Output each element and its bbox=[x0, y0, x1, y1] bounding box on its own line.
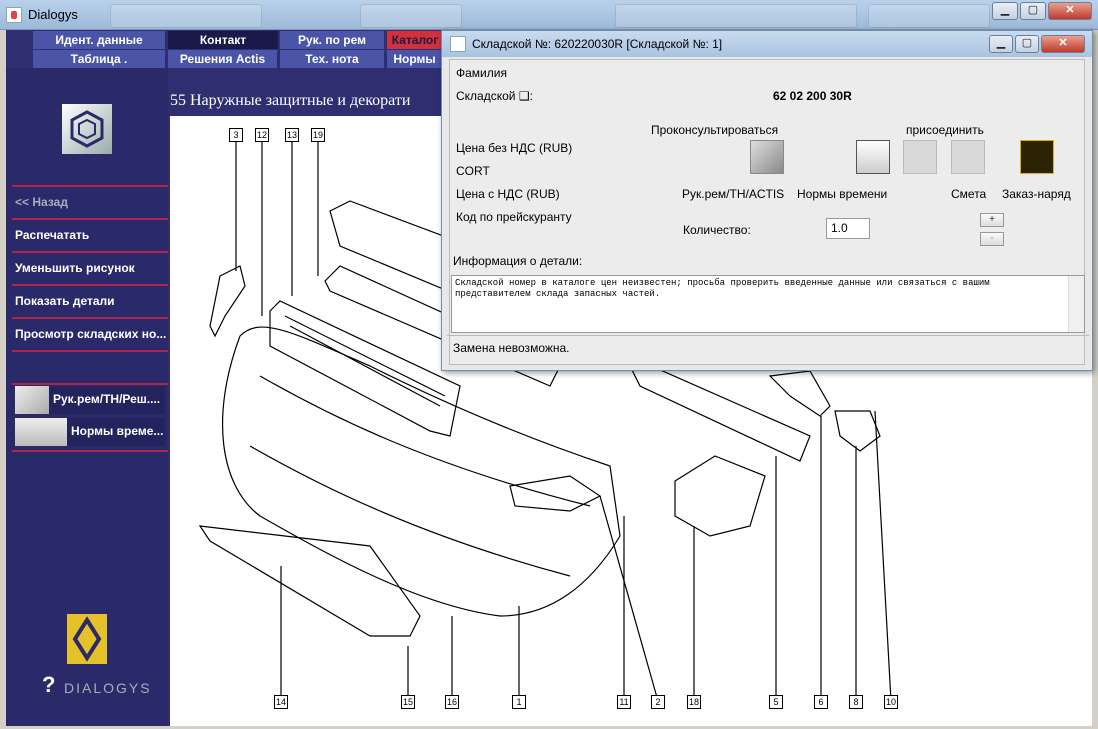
wrench-icon[interactable] bbox=[750, 140, 784, 174]
dialog-title: Складской №: 620220030R [Складской №: 1] bbox=[472, 37, 723, 51]
minimize-button[interactable]: ▁ bbox=[992, 2, 1018, 20]
maximize-button[interactable]: ▢ bbox=[1020, 2, 1046, 20]
sidebar-divider bbox=[12, 185, 168, 187]
sidebar-divider bbox=[12, 383, 168, 385]
callout-label[interactable]: 8 bbox=[849, 695, 863, 709]
time-norms-label: Нормы времени bbox=[797, 187, 888, 201]
price-list-code-label: Код по прейскуранту bbox=[456, 210, 572, 224]
java-app-icon bbox=[450, 36, 466, 52]
dialog-minimize-button[interactable]: ▁ bbox=[989, 35, 1013, 53]
quantity-input[interactable]: 1.0 bbox=[826, 218, 870, 239]
callout-label[interactable]: 16 bbox=[445, 695, 459, 709]
stock-number-label: Складской ❑: bbox=[456, 89, 533, 103]
sidebar-item-print[interactable]: Распечатать bbox=[15, 228, 89, 242]
callout-label[interactable]: 19 bbox=[311, 128, 325, 142]
renault-logo bbox=[67, 614, 107, 664]
sidebar-divider bbox=[12, 284, 168, 286]
help-icon[interactable]: ? bbox=[42, 672, 55, 698]
main-window-title: Dialogys bbox=[28, 7, 78, 22]
disabled-parts-icon bbox=[903, 140, 937, 174]
callout-label[interactable]: 12 bbox=[255, 128, 269, 142]
sidebar-item-view-stock-numbers[interactable]: Просмотр складских но... bbox=[15, 327, 166, 341]
quantity-label: Количество: bbox=[683, 223, 751, 237]
surname-label: Фамилия bbox=[456, 66, 507, 80]
sidebar-item-shrink-image[interactable]: Уменьшить рисунок bbox=[15, 261, 135, 275]
callout-label[interactable]: 11 bbox=[617, 695, 631, 709]
gauge-icon[interactable] bbox=[856, 140, 890, 174]
sidebar-time-norms-button[interactable]: Нормы време... bbox=[15, 418, 165, 446]
callout-label[interactable]: 14 bbox=[274, 695, 288, 709]
stock-number-value: 62 02 200 30R bbox=[773, 89, 852, 103]
tab-repair-manual[interactable]: Рук. по рем bbox=[280, 31, 385, 49]
dialogys-logo-text: DIALOGYS bbox=[64, 680, 152, 696]
sidebar-divider bbox=[12, 317, 168, 319]
sidebar-time-norms-label: Нормы време... bbox=[71, 424, 164, 438]
price-with-vat-label: Цена с НДС (RUB) bbox=[456, 187, 560, 201]
price-without-vat-label: Цена без НДС (RUB) bbox=[456, 141, 573, 155]
estimate-label: Смета bbox=[951, 187, 987, 201]
tab-norms[interactable]: Нормы bbox=[387, 50, 443, 68]
tab-table[interactable]: Таблица . bbox=[33, 50, 166, 68]
repair-manual-label: Рук.рем/ТН/ACTIS bbox=[682, 187, 785, 201]
quantity-increment-button[interactable]: + bbox=[980, 213, 1004, 227]
part-info-text: Складской номер в каталоге цен неизвесте… bbox=[455, 278, 990, 299]
wrench-icon bbox=[15, 386, 49, 414]
callout-label[interactable]: 13 bbox=[285, 128, 299, 142]
callout-label[interactable]: 15 bbox=[401, 695, 415, 709]
callout-label[interactable]: 6 bbox=[814, 695, 828, 709]
tab-catalog[interactable]: Каталог bbox=[387, 31, 443, 49]
java-app-icon bbox=[6, 7, 22, 23]
estimate-icon[interactable] bbox=[951, 140, 985, 174]
work-order-label: Заказ-наряд bbox=[1002, 187, 1071, 201]
work-order-icon[interactable] bbox=[1020, 140, 1054, 174]
sidebar-repair-manual-label: Рук.рем/ТН/Реш.... bbox=[53, 392, 161, 406]
callout-label[interactable]: 1 bbox=[512, 695, 526, 709]
background-taskbar-ghost bbox=[615, 4, 857, 28]
sidebar-divider bbox=[12, 251, 168, 253]
dialog-maximize-button[interactable]: ▢ bbox=[1015, 35, 1039, 53]
dialog-close-button[interactable]: ✕ bbox=[1041, 35, 1085, 53]
status-text: Замена невозможна. bbox=[453, 341, 570, 355]
callout-label[interactable]: 10 bbox=[884, 695, 898, 709]
page-title: 55 Наружные защитные и декорати bbox=[170, 92, 411, 109]
gauge-icon bbox=[15, 418, 67, 446]
cort-label: CORT bbox=[456, 164, 490, 178]
tab-ident-data[interactable]: Идент. данные bbox=[33, 31, 166, 49]
dialog-titlebar: Складской №: 620220030R [Складской №: 1]… bbox=[442, 31, 1092, 57]
background-taskbar-ghost bbox=[110, 4, 262, 28]
sidebar-repair-manual-button[interactable]: Рук.рем/ТН/Реш.... bbox=[15, 386, 165, 414]
tab-actis-solutions[interactable]: Решения Actis bbox=[168, 50, 278, 68]
attach-label: присоединить bbox=[906, 123, 984, 137]
background-taskbar-ghost bbox=[868, 4, 990, 28]
info-scrollbar[interactable] bbox=[1068, 276, 1084, 332]
quantity-decrement-button[interactable]: - bbox=[980, 232, 1004, 246]
sidebar-divider bbox=[12, 350, 168, 352]
renault-hex-logo bbox=[62, 104, 112, 154]
close-button[interactable]: ✕ bbox=[1048, 2, 1092, 20]
main-titlebar: Dialogys ▁ ▢ ✕ bbox=[0, 0, 1098, 30]
consult-label: Проконсультироваться bbox=[651, 123, 779, 137]
background-taskbar-ghost bbox=[360, 4, 462, 28]
callout-label[interactable]: 18 bbox=[687, 695, 701, 709]
callout-label[interactable]: 2 bbox=[651, 695, 665, 709]
tab-tech-note[interactable]: Тех. нота bbox=[280, 50, 385, 68]
sidebar-item-show-details[interactable]: Показать детали bbox=[15, 294, 115, 308]
callout-label[interactable]: 5 bbox=[769, 695, 783, 709]
part-info-textarea[interactable]: Складской номер в каталоге цен неизвесте… bbox=[451, 275, 1085, 333]
callout-label[interactable]: 3 bbox=[229, 128, 243, 142]
sidebar-divider bbox=[12, 218, 168, 220]
part-info-label: Информация о детали: bbox=[453, 254, 583, 268]
sidebar: << Назад Распечатать Уменьшить рисунок П… bbox=[6, 68, 168, 726]
back-link[interactable]: << Назад bbox=[15, 195, 68, 209]
sidebar-divider bbox=[12, 450, 168, 452]
tab-contact[interactable]: Контакт bbox=[168, 31, 278, 49]
